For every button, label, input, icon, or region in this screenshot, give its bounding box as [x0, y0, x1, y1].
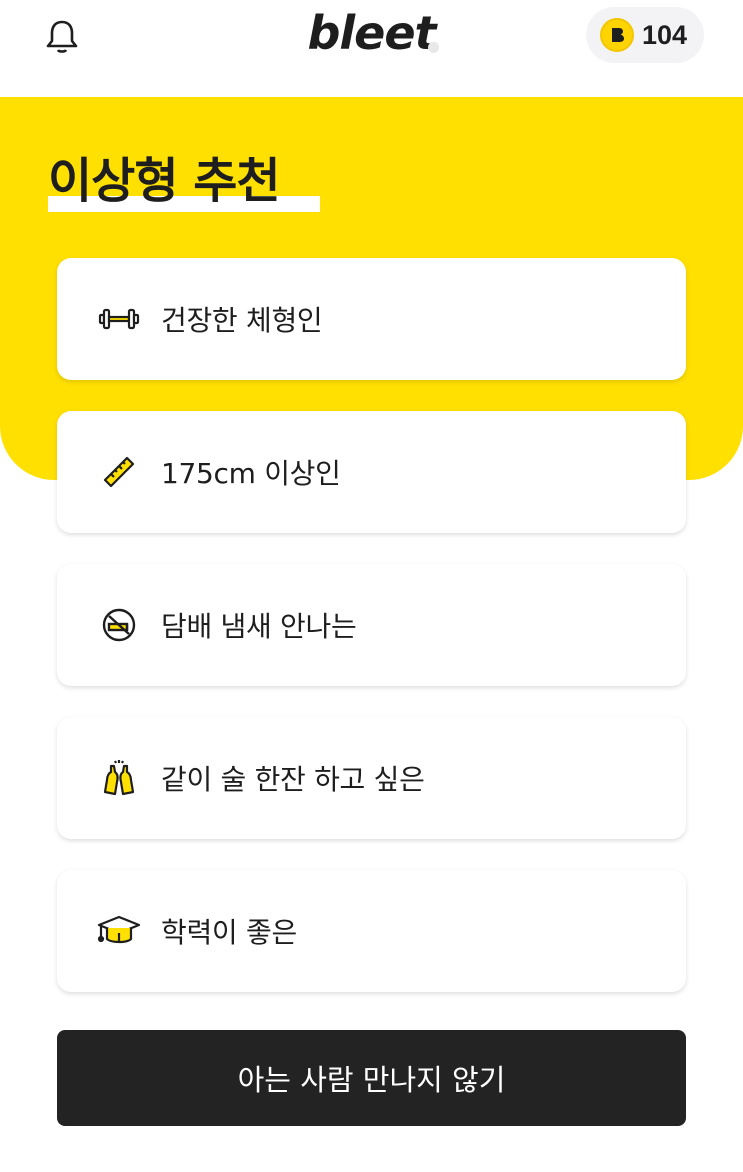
ruler-icon — [97, 450, 141, 494]
option-no-smoking[interactable]: 담배 냄새 안나는 — [57, 564, 686, 686]
option-label: 학력이 좋은 — [161, 916, 297, 949]
option-label: 같이 술 한잔 하고 싶은 — [161, 763, 425, 796]
option-fit-body[interactable]: 건장한 체형인 — [57, 258, 686, 380]
top-bar: bleet 104 — [0, 0, 743, 97]
option-label: 175cm 이상인 — [161, 457, 341, 490]
beer-bottles-icon — [97, 756, 141, 800]
page-title: 이상형 추천 — [48, 153, 281, 209]
option-label: 담배 냄새 안나는 — [161, 610, 357, 643]
dumbbell-icon — [97, 297, 141, 341]
avoid-acquaintances-button[interactable]: 아는 사람 만나지 않기 — [57, 1030, 686, 1126]
option-drink-together[interactable]: 같이 술 한잔 하고 싶은 — [57, 717, 686, 839]
coin-balance-button[interactable]: 104 — [586, 7, 704, 63]
graduation-cap-icon — [97, 909, 141, 953]
no-smoking-icon — [97, 603, 141, 647]
logo-dot — [428, 42, 439, 53]
option-label: 건장한 체형인 — [161, 304, 323, 337]
coin-count: 104 — [642, 19, 688, 50]
coin-b-icon — [600, 18, 634, 52]
option-good-education[interactable]: 학력이 좋은 — [57, 870, 686, 992]
option-height[interactable]: 175cm 이상인 — [57, 411, 686, 533]
